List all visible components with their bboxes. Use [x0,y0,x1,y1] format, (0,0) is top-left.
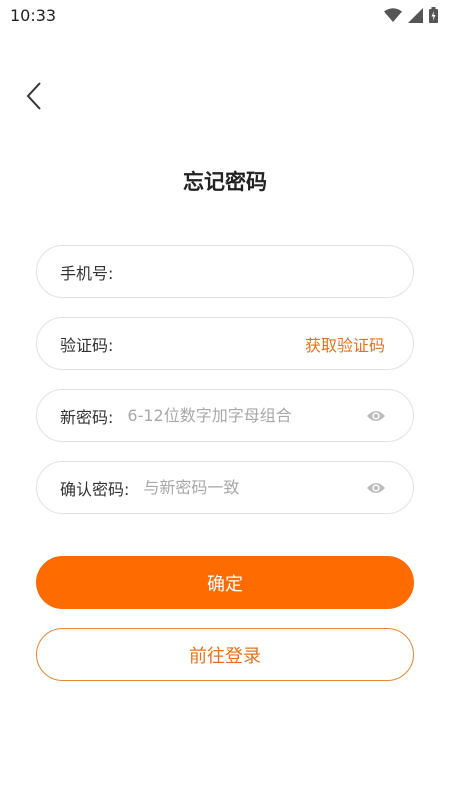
get-verification-code-button[interactable]: 获取验证码 [305,332,385,356]
phone-label: 手机号: [60,263,114,283]
phone-field[interactable]: 手机号: [36,245,414,298]
phone-input[interactable] [127,262,391,281]
signal-icon [408,7,423,23]
status-icons [384,7,438,23]
battery-icon [429,7,438,23]
status-bar: 10:33 [0,0,450,30]
wifi-icon [384,8,402,22]
forgot-password-screen: 10:33 忘记密码 手机号: 验证码: 获取验证码 新密码: 确认密码: 确定… [0,0,450,800]
confirm-password-input[interactable] [143,478,365,497]
back-button[interactable] [18,82,50,114]
verification-code-label: 验证码: [60,335,114,355]
eye-icon[interactable] [365,477,387,499]
chevron-left-icon [25,81,43,115]
verification-code-input[interactable] [127,334,305,353]
new-password-input[interactable] [127,406,365,425]
new-password-label: 新密码: [60,407,114,427]
go-to-login-button[interactable]: 前往登录 [36,628,414,681]
confirm-password-field[interactable]: 确认密码: [36,461,414,514]
new-password-field[interactable]: 新密码: [36,389,414,442]
page-title: 忘记密码 [183,170,267,194]
eye-icon[interactable] [365,405,387,427]
status-time: 10:33 [10,5,57,25]
confirm-password-label: 确认密码: [60,479,130,499]
verification-code-field[interactable]: 验证码: 获取验证码 [36,317,414,370]
confirm-button[interactable]: 确定 [36,556,414,609]
